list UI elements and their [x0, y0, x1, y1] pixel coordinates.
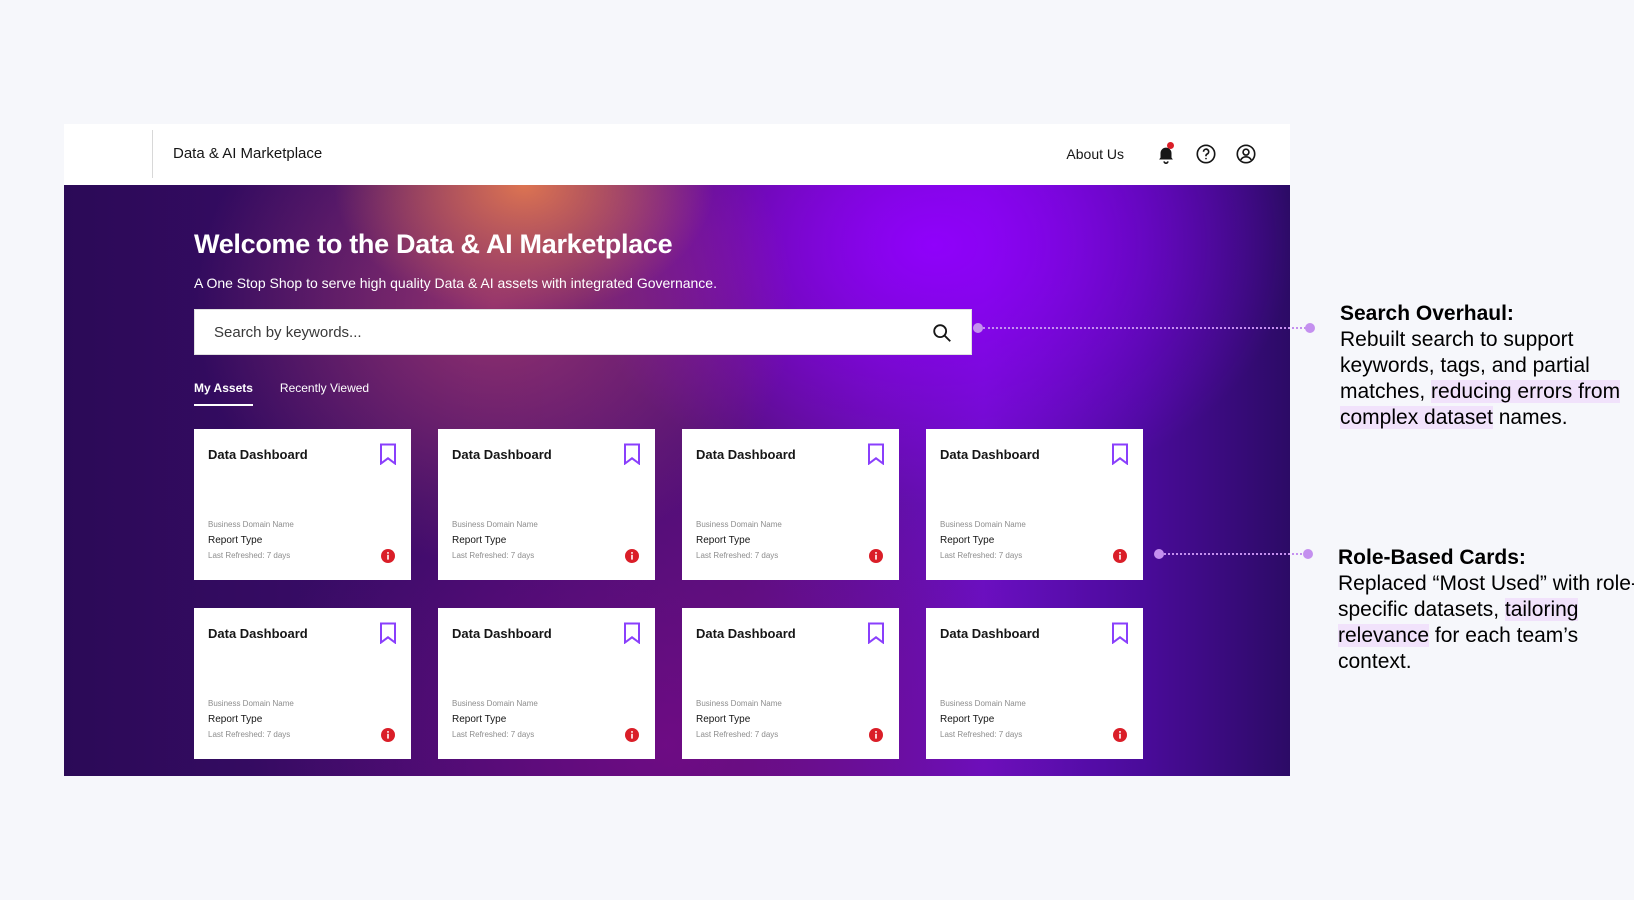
card-report-type: Report Type: [452, 714, 507, 725]
card-title: Data Dashboard: [208, 447, 308, 462]
card-business-domain: Business Domain Name: [940, 520, 1026, 529]
annotation-search-overhaul: Search Overhaul: Rebuilt search to suppo…: [1340, 301, 1634, 431]
card-last-refreshed: Last Refreshed: 7 days: [452, 730, 535, 739]
asset-card-grid: Data Dashboard Business Domain Name Report…: [194, 429, 1143, 759]
app-title[interactable]: Data & AI Marketplace: [173, 145, 322, 162]
annotation-text: Replaced “Most Used” with role-specific …: [1338, 572, 1634, 621]
page-title: Welcome to the Data & AI Marketplace: [194, 229, 673, 259]
card-title: Data Dashboard: [452, 447, 552, 462]
asset-card[interactable]: Data Dashboard Business Domain Name Report…: [926, 608, 1143, 759]
info-icon[interactable]: [625, 549, 639, 563]
info-icon[interactable]: [381, 549, 395, 563]
card-business-domain: Business Domain Name: [208, 520, 294, 529]
info-icon[interactable]: [1113, 549, 1127, 563]
notifications-button[interactable]: [1146, 136, 1186, 172]
card-title: Data Dashboard: [208, 626, 308, 641]
card-last-refreshed: Last Refreshed: 7 days: [208, 730, 291, 739]
bookmark-icon[interactable]: [379, 622, 397, 644]
search-icon[interactable]: [931, 322, 953, 344]
card-last-refreshed: Last Refreshed: 7 days: [452, 551, 535, 560]
user-profile-button[interactable]: [1226, 136, 1266, 172]
info-icon[interactable]: [381, 728, 395, 742]
asset-card[interactable]: Data Dashboard Business Domain Name Report…: [926, 429, 1143, 580]
card-report-type: Report Type: [696, 714, 751, 725]
asset-card[interactable]: Data Dashboard Business Domain Name Report…: [194, 608, 411, 759]
card-title: Data Dashboard: [940, 626, 1040, 641]
search-input[interactable]: [214, 312, 914, 352]
user-icon: [1236, 144, 1256, 164]
asset-card[interactable]: Data Dashboard Business Domain Name Report…: [438, 429, 655, 580]
annotation-heading: Search Overhaul:: [1340, 302, 1514, 325]
bookmark-icon[interactable]: [1111, 622, 1129, 644]
annotation-heading: Role-Based Cards:: [1338, 546, 1526, 569]
bookmark-icon[interactable]: [1111, 443, 1129, 465]
bookmark-icon[interactable]: [623, 443, 641, 465]
card-title: Data Dashboard: [696, 626, 796, 641]
tab-recently-viewed[interactable]: Recently Viewed: [280, 381, 369, 406]
card-report-type: Report Type: [940, 535, 995, 546]
help-icon: [1196, 144, 1216, 164]
bookmark-icon[interactable]: [379, 443, 397, 465]
header-actions: About Us: [1066, 136, 1266, 172]
card-report-type: Report Type: [452, 535, 507, 546]
bookmark-icon[interactable]: [867, 622, 885, 644]
annotation-connector: [1164, 553, 1306, 555]
tab-my-assets[interactable]: My Assets: [194, 381, 253, 406]
help-button[interactable]: [1186, 136, 1226, 172]
asset-card[interactable]: Data Dashboard Business Domain Name Report…: [682, 608, 899, 759]
notification-badge: [1167, 142, 1174, 149]
annotation-end-dot: [1305, 323, 1315, 333]
info-icon[interactable]: [869, 549, 883, 563]
card-business-domain: Business Domain Name: [452, 520, 538, 529]
card-last-refreshed: Last Refreshed: 7 days: [208, 551, 291, 560]
card-title: Data Dashboard: [696, 447, 796, 462]
annotation-connector: [983, 327, 1310, 329]
asset-card[interactable]: Data Dashboard Business Domain Name Report…: [438, 608, 655, 759]
card-business-domain: Business Domain Name: [696, 699, 782, 708]
annotation-role-based-cards: Role-Based Cards: Replaced “Most Used” w…: [1338, 545, 1634, 675]
bookmark-icon[interactable]: [867, 443, 885, 465]
info-icon[interactable]: [1113, 728, 1127, 742]
card-title: Data Dashboard: [940, 447, 1040, 462]
header-divider: [152, 130, 153, 178]
card-business-domain: Business Domain Name: [940, 699, 1026, 708]
card-report-type: Report Type: [208, 535, 263, 546]
card-title: Data Dashboard: [452, 626, 552, 641]
card-report-type: Report Type: [696, 535, 751, 546]
card-report-type: Report Type: [208, 714, 263, 725]
annotation-anchor-dot: [973, 323, 983, 333]
card-last-refreshed: Last Refreshed: 7 days: [940, 730, 1023, 739]
card-last-refreshed: Last Refreshed: 7 days: [696, 730, 779, 739]
annotation-anchor-dot: [1154, 549, 1164, 559]
card-business-domain: Business Domain Name: [452, 699, 538, 708]
about-us-link[interactable]: About Us: [1066, 146, 1124, 162]
annotation-text-end: names.: [1492, 406, 1568, 429]
info-icon[interactable]: [625, 728, 639, 742]
annotation-end-dot: [1303, 549, 1313, 559]
asset-card[interactable]: Data Dashboard Business Domain Name Report…: [682, 429, 899, 580]
card-report-type: Report Type: [940, 714, 995, 725]
search-bar: [194, 309, 972, 355]
card-last-refreshed: Last Refreshed: 7 days: [940, 551, 1023, 560]
hero-banner: Welcome to the Data & AI Marketplace A O…: [64, 185, 1290, 776]
app-window: Data & AI Marketplace About Us Welcome t…: [64, 124, 1290, 776]
top-navigation-bar: Data & AI Marketplace About Us: [64, 124, 1290, 185]
bookmark-icon[interactable]: [623, 622, 641, 644]
card-last-refreshed: Last Refreshed: 7 days: [696, 551, 779, 560]
asset-card[interactable]: Data Dashboard Business Domain Name Report…: [194, 429, 411, 580]
card-business-domain: Business Domain Name: [696, 520, 782, 529]
info-icon[interactable]: [869, 728, 883, 742]
page-subtitle: A One Stop Shop to serve high quality Da…: [194, 275, 717, 291]
card-business-domain: Business Domain Name: [208, 699, 294, 708]
asset-tabs: My Assets Recently Viewed: [194, 381, 369, 406]
